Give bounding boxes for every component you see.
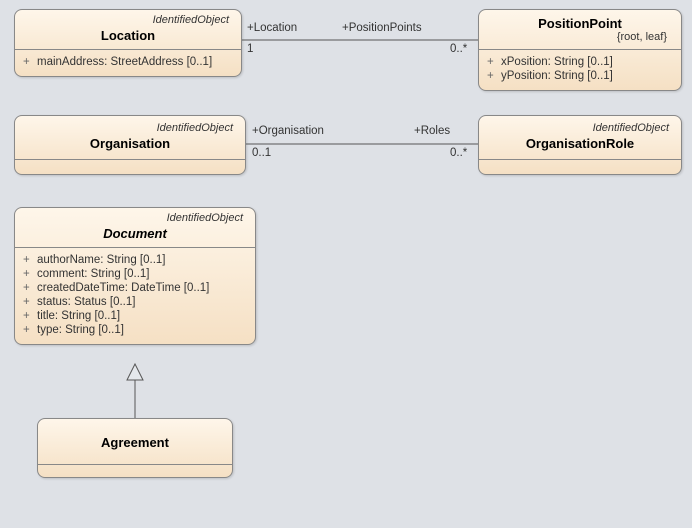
role-label-organisation: +Organisation — [252, 125, 324, 137]
multiplicity-label-location: 1 — [247, 43, 253, 55]
role-label-roles: +Roles — [414, 125, 450, 137]
class-name: Agreement — [46, 435, 224, 450]
class-document[interactable]: IdentifiedObject Document +authorName: S… — [14, 207, 256, 345]
visibility-icon: + — [23, 324, 37, 336]
constraint-label: {root, leaf} — [487, 31, 673, 43]
empty-compartment — [479, 160, 681, 174]
attribute-text: xPosition: String [0..1] — [501, 56, 613, 68]
empty-compartment — [15, 160, 245, 174]
attribute-compartment: + mainAddress: StreetAddress [0..1] — [15, 50, 241, 76]
attribute-compartment: +authorName: String [0..1] +comment: Str… — [15, 248, 255, 344]
class-name: PositionPoint — [487, 16, 673, 31]
class-header: Agreement — [38, 419, 232, 464]
attribute-text: title: String [0..1] — [37, 310, 120, 322]
stereotype-label: IdentifiedObject — [23, 14, 233, 26]
visibility-icon: + — [23, 282, 37, 294]
multiplicity-label-positionpoints: 0..* — [450, 43, 467, 55]
visibility-icon: + — [23, 56, 37, 68]
attribute-text: createdDateTime: DateTime [0..1] — [37, 282, 209, 294]
generalization-arrowhead-icon — [127, 364, 143, 380]
visibility-icon: + — [23, 254, 37, 266]
class-name: Organisation — [23, 136, 237, 151]
attribute-row: +type: String [0..1] — [23, 324, 247, 336]
class-organisation[interactable]: IdentifiedObject Organisation — [14, 115, 246, 175]
attribute-text: authorName: String [0..1] — [37, 254, 165, 266]
stereotype-label: IdentifiedObject — [23, 122, 237, 134]
visibility-icon: + — [23, 310, 37, 322]
stereotype-label: IdentifiedObject — [23, 212, 247, 224]
class-header: IdentifiedObject Location — [15, 10, 241, 49]
attribute-text: type: String [0..1] — [37, 324, 124, 336]
attribute-text: status: Status [0..1] — [37, 296, 135, 308]
class-header: PositionPoint {root, leaf} — [479, 10, 681, 49]
attribute-row: + mainAddress: StreetAddress [0..1] — [23, 56, 233, 68]
attribute-text: comment: String [0..1] — [37, 268, 150, 280]
class-header: IdentifiedObject Document — [15, 208, 255, 247]
class-header: IdentifiedObject OrganisationRole — [479, 116, 681, 159]
attribute-row: + yPosition: String [0..1] — [487, 70, 673, 82]
attribute-text: yPosition: String [0..1] — [501, 70, 613, 82]
attribute-row: + xPosition: String [0..1] — [487, 56, 673, 68]
class-agreement[interactable]: Agreement — [37, 418, 233, 478]
multiplicity-label-roles: 0..* — [450, 147, 467, 159]
attribute-text: mainAddress: StreetAddress [0..1] — [37, 56, 212, 68]
stereotype-label: IdentifiedObject — [487, 122, 673, 134]
class-name: OrganisationRole — [487, 136, 673, 151]
empty-compartment — [38, 465, 232, 477]
class-organisation-role[interactable]: IdentifiedObject OrganisationRole — [478, 115, 682, 175]
visibility-icon: + — [487, 56, 501, 68]
attribute-row: +title: String [0..1] — [23, 310, 247, 322]
class-name: Location — [23, 28, 233, 43]
visibility-icon: + — [23, 268, 37, 280]
visibility-icon: + — [23, 296, 37, 308]
attribute-compartment: + xPosition: String [0..1] + yPosition: … — [479, 50, 681, 90]
attribute-row: +comment: String [0..1] — [23, 268, 247, 280]
class-name: Document — [23, 226, 247, 241]
attribute-row: +authorName: String [0..1] — [23, 254, 247, 266]
role-label-positionpoints: +PositionPoints — [342, 22, 422, 34]
class-position-point[interactable]: PositionPoint {root, leaf} + xPosition: … — [478, 9, 682, 91]
class-header: IdentifiedObject Organisation — [15, 116, 245, 159]
multiplicity-label-organisation: 0..1 — [252, 147, 271, 159]
role-label-location: +Location — [247, 22, 297, 34]
attribute-row: +createdDateTime: DateTime [0..1] — [23, 282, 247, 294]
visibility-icon: + — [487, 70, 501, 82]
class-location[interactable]: IdentifiedObject Location + mainAddress:… — [14, 9, 242, 77]
attribute-row: +status: Status [0..1] — [23, 296, 247, 308]
